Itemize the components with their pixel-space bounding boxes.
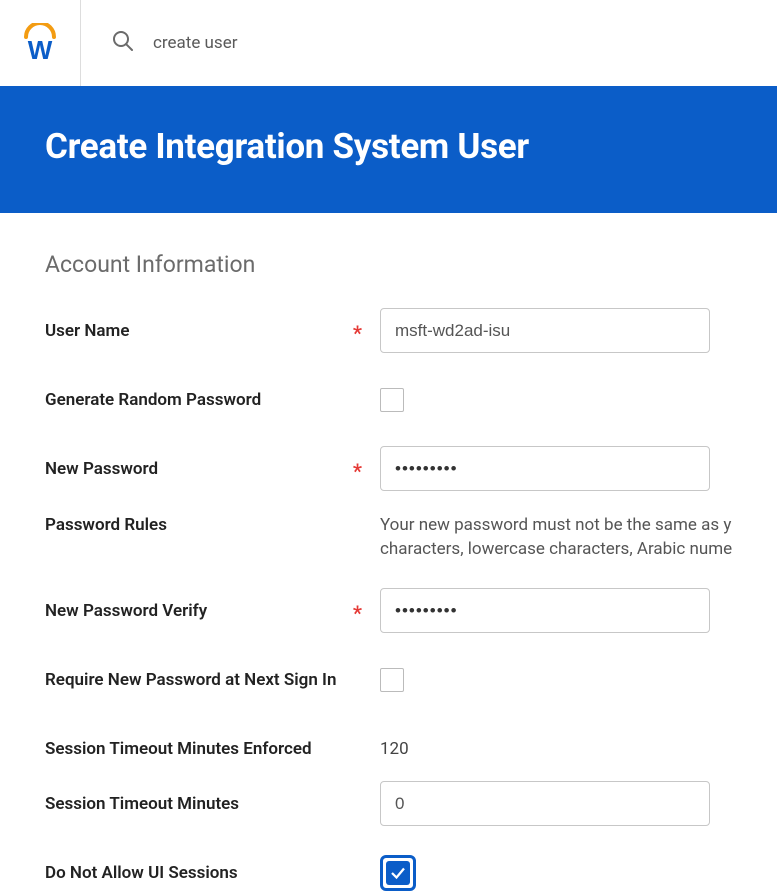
- form-content: Account Information User Name * Generate…: [0, 213, 777, 895]
- new-password-row: New Password *: [45, 446, 777, 491]
- timeout-minutes-input[interactable]: [380, 781, 710, 826]
- timeout-enforced-value: 120: [380, 739, 409, 759]
- timeout-minutes-label: Session Timeout Minutes: [45, 794, 380, 814]
- new-password-input[interactable]: [380, 446, 710, 491]
- username-row: User Name *: [45, 308, 777, 353]
- search-icon: [111, 29, 135, 57]
- generate-random-checkbox[interactable]: [380, 388, 404, 412]
- generate-random-label: Generate Random Password: [45, 390, 380, 410]
- verify-password-label: New Password Verify *: [45, 601, 380, 621]
- password-rules-label: Password Rules: [45, 515, 380, 535]
- no-ui-sessions-checkbox[interactable]: [380, 855, 416, 891]
- header-divider: [80, 0, 81, 86]
- search-input-text[interactable]: create user: [153, 33, 237, 53]
- page-title: Create Integration System User: [45, 126, 732, 167]
- required-asterisk-icon: *: [353, 459, 362, 483]
- no-ui-sessions-row: Do Not Allow UI Sessions: [45, 850, 777, 895]
- page-banner: Create Integration System User: [0, 86, 777, 213]
- section-heading: Account Information: [45, 251, 777, 278]
- timeout-enforced-row: Session Timeout Minutes Enforced 120: [45, 726, 777, 771]
- timeout-enforced-label: Session Timeout Minutes Enforced: [45, 739, 380, 759]
- workday-logo[interactable]: W: [20, 23, 60, 63]
- search-bar[interactable]: create user: [111, 29, 237, 57]
- password-rules-row: Password Rules Your new password must no…: [45, 515, 777, 560]
- verify-password-row: New Password Verify *: [45, 588, 777, 633]
- generate-random-row: Generate Random Password: [45, 377, 777, 422]
- no-ui-sessions-label: Do Not Allow UI Sessions: [45, 863, 380, 883]
- new-password-label: New Password *: [45, 459, 380, 479]
- username-input[interactable]: [380, 308, 710, 353]
- svg-text:W: W: [28, 35, 53, 63]
- require-new-password-checkbox[interactable]: [380, 668, 404, 692]
- username-label: User Name *: [45, 321, 380, 341]
- password-rules-text: Your new password must not be the same a…: [380, 515, 760, 559]
- verify-password-input[interactable]: [380, 588, 710, 633]
- require-new-password-label: Require New Password at Next Sign In: [45, 670, 380, 690]
- require-new-password-row: Require New Password at Next Sign In: [45, 657, 777, 702]
- app-header: W create user: [0, 0, 777, 86]
- timeout-minutes-row: Session Timeout Minutes: [45, 781, 777, 826]
- required-asterisk-icon: *: [353, 321, 362, 345]
- required-asterisk-icon: *: [353, 601, 362, 625]
